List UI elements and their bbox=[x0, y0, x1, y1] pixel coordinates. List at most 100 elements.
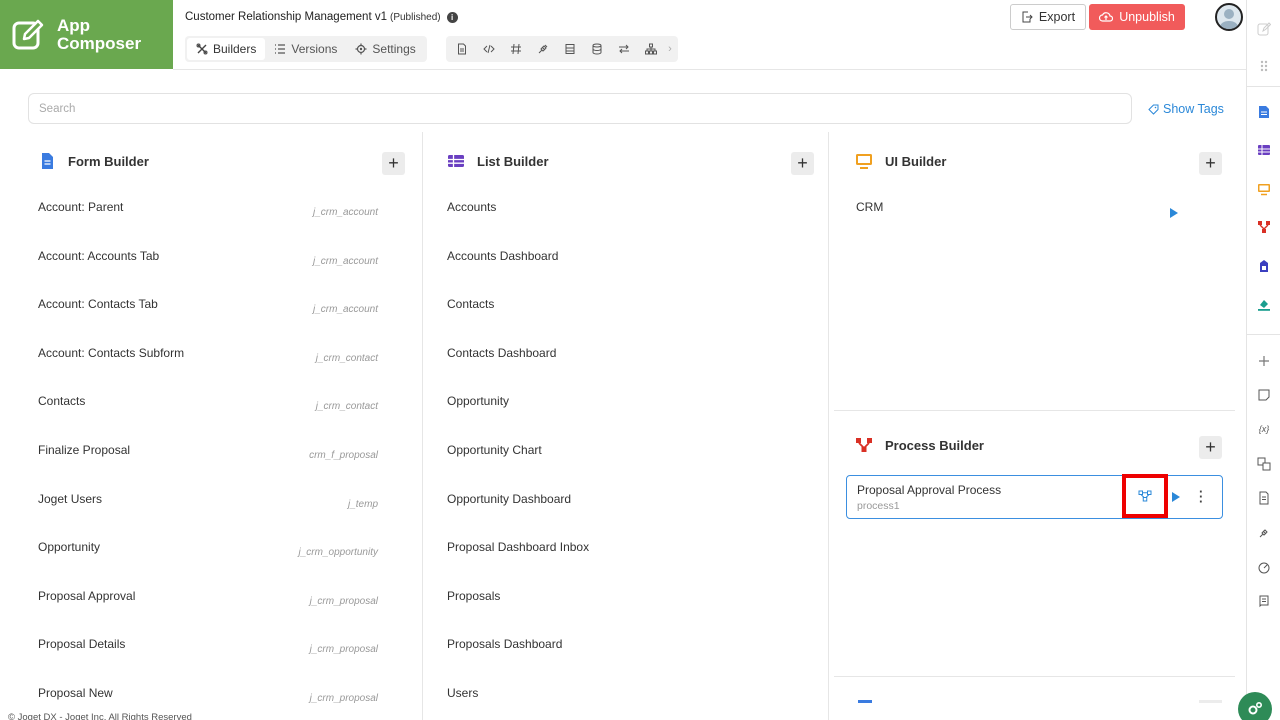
gears-icon bbox=[1248, 701, 1263, 715]
unpublish-button[interactable]: Unpublish bbox=[1089, 4, 1185, 30]
list-item[interactable]: Proposal Approval j_crm_proposal bbox=[38, 589, 378, 609]
plugin-icon[interactable] bbox=[1255, 524, 1273, 542]
list-item[interactable]: Users bbox=[447, 686, 478, 706]
top-header: Customer Relationship Management v1 (Pub… bbox=[173, 0, 1246, 70]
add-form-button[interactable]: + bbox=[382, 152, 405, 175]
search-input[interactable] bbox=[28, 93, 1132, 124]
tab-settings[interactable]: Settings bbox=[346, 38, 424, 60]
list-item-label: Contacts Dashboard bbox=[447, 345, 557, 360]
list-item[interactable]: Account: Accounts Tab j_crm_account bbox=[38, 249, 378, 269]
run-process-icon[interactable] bbox=[1172, 492, 1180, 502]
form-table-tag: j_crm_proposal bbox=[309, 644, 378, 656]
list-item[interactable]: Joget Users j_temp bbox=[38, 492, 378, 512]
list-item[interactable]: Proposals Dashboard bbox=[447, 637, 562, 657]
add-ui-button[interactable]: + bbox=[1199, 152, 1222, 175]
code-icon[interactable] bbox=[477, 38, 500, 60]
paint-bucket-icon[interactable] bbox=[1255, 295, 1273, 313]
translate-icon[interactable] bbox=[1255, 455, 1273, 473]
log-icon[interactable] bbox=[1255, 592, 1273, 610]
form-builder-icon[interactable] bbox=[1255, 103, 1273, 121]
list-item[interactable]: Opportunity bbox=[447, 394, 509, 414]
tab-versions-label: Versions bbox=[291, 42, 338, 56]
add-process-button[interactable]: + bbox=[1199, 436, 1222, 459]
show-tags-link[interactable]: Show Tags bbox=[1148, 102, 1224, 116]
form-item-label: Finalize Proposal bbox=[38, 443, 131, 457]
ui-builder-column: UI Builder + CRM bbox=[846, 132, 1236, 412]
form-item-label: Joget Users bbox=[38, 491, 103, 506]
unpublish-label: Unpublish bbox=[1119, 10, 1175, 24]
cloud-icon bbox=[1099, 12, 1114, 22]
info-icon[interactable]: i bbox=[446, 11, 458, 23]
app-composer-logo[interactable]: App Composer bbox=[0, 0, 173, 69]
plus-icon[interactable] bbox=[1255, 352, 1273, 370]
play-icon[interactable] bbox=[1170, 208, 1178, 218]
list-item[interactable]: Opportunity Dashboard bbox=[447, 492, 571, 512]
settings-fab[interactable] bbox=[1238, 692, 1272, 720]
form-builder-icon bbox=[42, 153, 53, 169]
list-item-label: Opportunity Dashboard bbox=[447, 491, 572, 506]
list-item[interactable]: Opportunity Chart bbox=[447, 443, 542, 463]
list-item[interactable]: Proposal Dashboard Inbox bbox=[447, 540, 589, 560]
tab-settings-label: Settings bbox=[372, 42, 416, 56]
list-item[interactable]: Proposals bbox=[447, 589, 500, 609]
database-icon[interactable] bbox=[585, 38, 608, 60]
process-designer-button[interactable] bbox=[1122, 474, 1168, 518]
tab-builders[interactable]: Builders bbox=[187, 38, 266, 60]
footer-copyright: © Joget DX - Joget Inc. All Rights Reser… bbox=[8, 712, 192, 720]
avatar[interactable] bbox=[1215, 3, 1243, 31]
list-item[interactable]: Accounts Dashboard bbox=[447, 249, 558, 269]
app-title-text: Customer Relationship Management v1 bbox=[185, 11, 387, 23]
drag-handle-icon[interactable] bbox=[1255, 57, 1273, 75]
form-builder-header: Form Builder bbox=[38, 152, 149, 170]
tab-versions[interactable]: Versions bbox=[265, 38, 346, 60]
form-item-label: Proposal New bbox=[38, 686, 113, 700]
list-item[interactable]: CRM bbox=[856, 200, 883, 220]
ui-builder-icon[interactable] bbox=[1255, 180, 1273, 198]
form-table-tag: crm_f_proposal bbox=[309, 450, 378, 461]
form-item-label: Account: Contacts Subform bbox=[38, 345, 185, 360]
export-button[interactable]: Export bbox=[1010, 4, 1086, 30]
document-icon[interactable] bbox=[1255, 489, 1273, 507]
file-icon[interactable] bbox=[450, 38, 473, 60]
list-item-label: Opportunity bbox=[447, 394, 510, 409]
plug-icon[interactable] bbox=[531, 38, 554, 60]
form-item-label: Proposal Approval bbox=[38, 588, 136, 603]
add-list-button[interactable]: + bbox=[791, 152, 814, 175]
sitemap-icon[interactable] bbox=[639, 38, 662, 60]
form-item-label: Account: Accounts Tab bbox=[38, 248, 160, 263]
list-builder-icon[interactable] bbox=[1255, 141, 1273, 159]
edit-icon[interactable] bbox=[1255, 20, 1273, 38]
swap-icon[interactable] bbox=[612, 38, 635, 60]
ui-builder-icon bbox=[856, 154, 872, 169]
process-diagram-icon bbox=[1138, 490, 1152, 502]
list-item[interactable]: Contacts j_crm_contact bbox=[38, 394, 378, 414]
form-table-tag: j_crm_opportunity bbox=[298, 547, 378, 559]
list-builder-title: List Builder bbox=[477, 153, 549, 169]
table-icon[interactable] bbox=[558, 38, 581, 60]
performance-icon[interactable] bbox=[1255, 558, 1273, 576]
list-item[interactable]: Proposal New j_crm_proposal bbox=[38, 686, 378, 706]
list-item[interactable]: Opportunity j_crm_opportunity bbox=[38, 540, 378, 560]
list-item[interactable]: Account: Parent j_crm_account bbox=[38, 200, 378, 220]
hash-icon[interactable] bbox=[504, 38, 527, 60]
variable-icon[interactable]: {x} bbox=[1255, 420, 1273, 438]
list-item[interactable]: Contacts bbox=[447, 297, 494, 317]
note-icon[interactable] bbox=[1255, 386, 1273, 404]
list-item[interactable]: Finalize Proposal crm_f_proposal bbox=[38, 443, 378, 463]
list-item-label: Accounts Dashboard bbox=[447, 248, 559, 263]
composer-tabs: Builders Versions Settings bbox=[185, 36, 427, 62]
ui-item-label: CRM bbox=[856, 200, 884, 214]
list-item[interactable]: Accounts bbox=[447, 200, 496, 220]
more-options-icon[interactable]: · · · bbox=[1199, 485, 1205, 508]
list-item[interactable]: Account: Contacts Tab j_crm_account bbox=[38, 297, 378, 317]
properties-icon[interactable] bbox=[1255, 257, 1273, 275]
next-section-add-button[interactable] bbox=[1199, 700, 1222, 703]
gear-icon bbox=[355, 43, 367, 55]
list-item[interactable]: Account: Contacts Subform j_crm_contact bbox=[38, 346, 378, 366]
process-builder-icon[interactable] bbox=[1255, 218, 1273, 236]
list-item[interactable]: Contacts Dashboard bbox=[447, 346, 556, 366]
chevron-right-icon[interactable]: › bbox=[666, 38, 674, 60]
ui-builder-header: UI Builder bbox=[855, 152, 946, 170]
process-builder-icon bbox=[856, 438, 872, 452]
list-item[interactable]: Proposal Details j_crm_proposal bbox=[38, 637, 378, 657]
